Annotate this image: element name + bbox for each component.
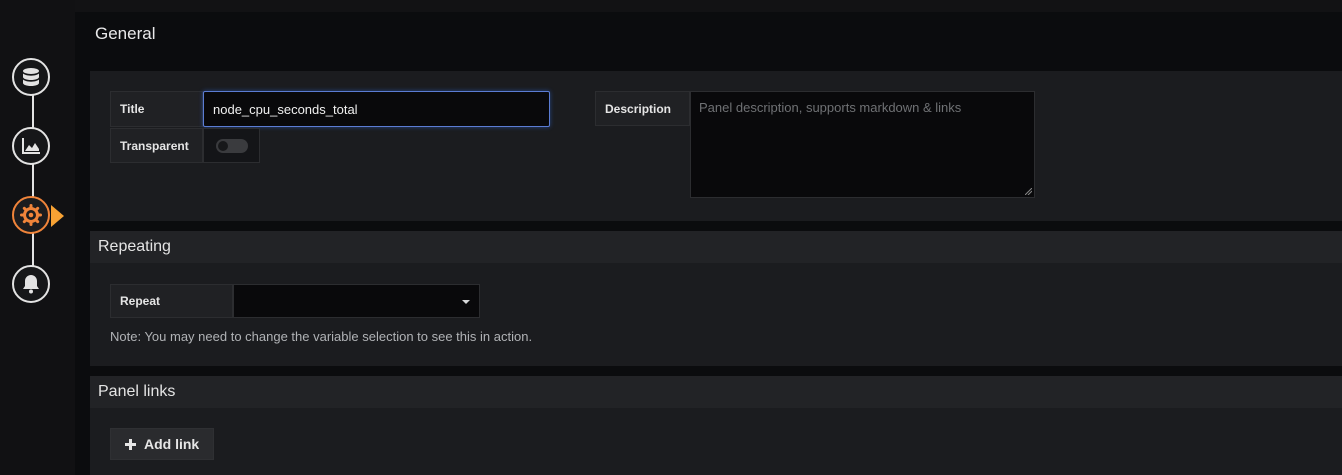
description-placeholder: Panel description, supports markdown & l… — [699, 100, 962, 115]
active-tab-pointer — [51, 205, 64, 227]
visualization-tab[interactable] — [12, 127, 50, 165]
transparent-toggle[interactable] — [203, 128, 260, 163]
editor-content: General Title node_cpu_seconds_total Tra… — [75, 12, 1342, 475]
repeating-section: Repeating Repeat Note: You may need to c… — [90, 231, 1342, 366]
general-tab[interactable] — [12, 196, 50, 234]
title-input[interactable]: node_cpu_seconds_total — [203, 91, 550, 127]
general-section: Title node_cpu_seconds_total Transparent… — [90, 71, 1342, 221]
description-textarea[interactable]: Panel description, supports markdown & l… — [690, 91, 1035, 198]
queries-tab[interactable] — [12, 58, 50, 96]
editor-sidebar — [0, 0, 75, 475]
add-link-button[interactable]: Add link — [110, 428, 214, 460]
repeat-select[interactable] — [233, 284, 480, 318]
page-title: General — [95, 24, 156, 43]
resize-grip-icon[interactable] — [1025, 188, 1032, 195]
repeat-label: Repeat — [110, 284, 233, 318]
panel-links-heading: Panel links — [90, 376, 1342, 408]
panel-editor: General Title node_cpu_seconds_total Tra… — [0, 0, 1342, 475]
plus-icon — [125, 438, 136, 450]
toggle-track — [216, 139, 248, 153]
settings-icon — [20, 204, 42, 226]
chevron-down-icon — [462, 300, 470, 304]
description-label: Description — [595, 91, 690, 126]
chart-area-icon — [22, 138, 40, 154]
bell-icon — [23, 275, 39, 294]
title-label: Title — [110, 91, 203, 127]
alert-tab[interactable] — [12, 265, 50, 303]
toggle-knob — [218, 141, 228, 151]
rail-connector — [32, 78, 34, 288]
transparent-label: Transparent — [110, 128, 203, 163]
panel-links-section: Panel links Add link — [90, 376, 1342, 475]
repeat-note: Note: You may need to change the variabl… — [110, 329, 533, 344]
general-header: General — [75, 12, 1342, 70]
add-link-label: Add link — [144, 436, 200, 452]
database-icon — [23, 68, 39, 86]
repeating-heading: Repeating — [90, 231, 1342, 263]
